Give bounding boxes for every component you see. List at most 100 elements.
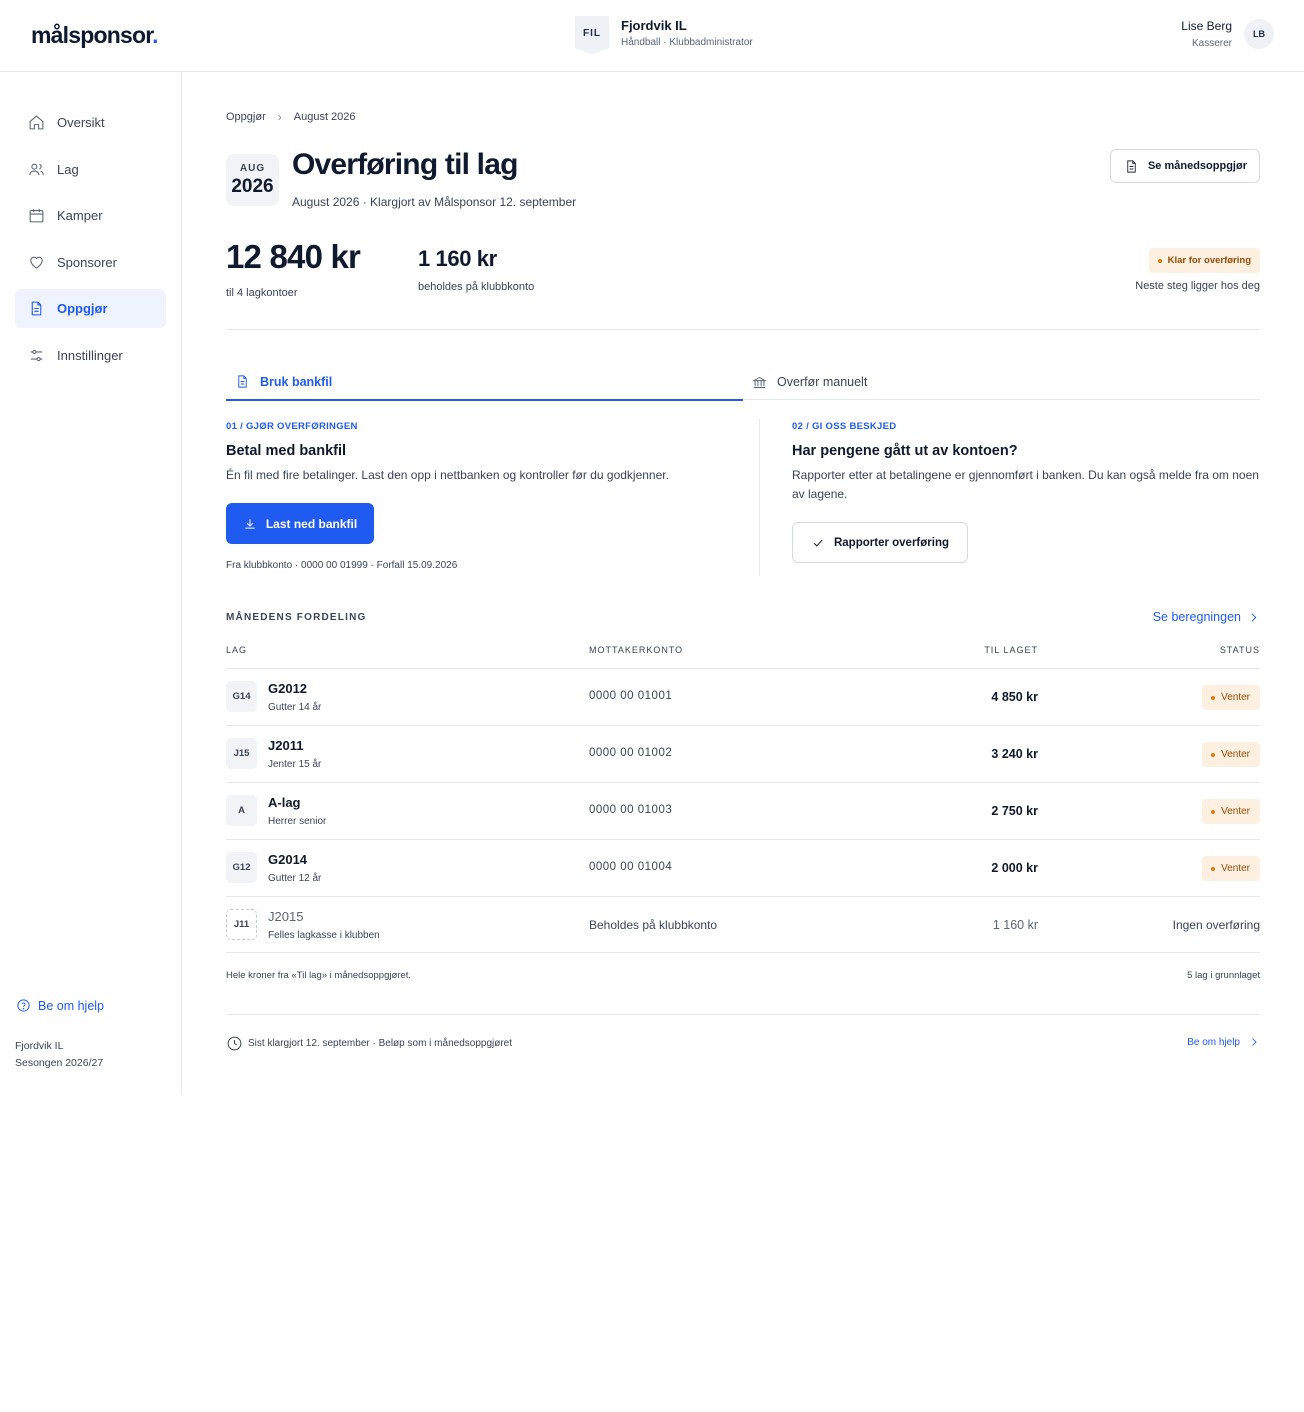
user-menu[interactable]: Lise Berg Kasserer LB (1181, 18, 1274, 49)
link-label: Se beregningen (1152, 610, 1241, 624)
period-year: 2026 (231, 176, 274, 197)
status-badge: Venter (1202, 799, 1260, 824)
team-name: G2014 (268, 852, 308, 867)
step1-description: Én fil med fire betalinger. Last den opp… (226, 468, 669, 482)
status-badge: Venter (1202, 685, 1260, 710)
recipient-account: 0000 00 01003 (589, 804, 673, 816)
tab-manuell[interactable]: Overfør manuelt (752, 364, 867, 400)
team-name: G2012 (268, 681, 308, 696)
status-badge: Venter (1202, 856, 1260, 881)
team-code: A (226, 795, 257, 826)
report-transfer-button[interactable]: Rapporter overføring (792, 522, 968, 563)
document-icon (1127, 159, 1136, 173)
table-footnote: Hele kroner fra «Til lag» i månedsoppgjø… (226, 970, 411, 981)
table-row[interactable]: G12 G2014 Gutter 12 år 0000 00 01004 2 0… (226, 839, 1260, 896)
total-amount-caption: til 4 lagkontoer (226, 287, 298, 299)
column-header-team: LAG (226, 645, 248, 655)
page-subtitle: August 2026 · Klargjort av Målsponsor 12… (292, 195, 577, 209)
avatar[interactable]: LB (1244, 18, 1274, 49)
club-switcher[interactable]: FIL Fjordvik IL Håndball · Klubbadminist… (575, 16, 753, 54)
recipient-account: Beholdes på klubbkonto (589, 918, 718, 932)
heart-icon (30, 256, 43, 269)
table-row[interactable]: J11 J2015 Felles lagkasse i klubben Beho… (226, 896, 1260, 953)
status-badge: Klar for overføring (1148, 248, 1260, 273)
see-calculation-link[interactable]: Se beregningen (1153, 610, 1260, 624)
sidebar-item-label: Sponsorer (57, 254, 117, 270)
sidebar-item-oppgjor[interactable]: Oppgjør (15, 289, 166, 328)
link-label: Be om hjelp (1187, 1036, 1240, 1048)
sidebar-item-label: Oversikt (57, 115, 105, 130)
team-name: J2015 (268, 909, 304, 924)
sidebar-item-innstillinger[interactable]: Innstillinger (15, 336, 166, 375)
tab-bankfil[interactable]: Bruk bankfil (226, 364, 743, 401)
sidebar-item-kamper[interactable]: Kamper (15, 196, 166, 235)
sidebar-item-label: Innstillinger (57, 347, 123, 363)
monthly-statement-button[interactable]: Se månedsoppgjør (1109, 149, 1260, 183)
team-description: Herrer senior (268, 816, 327, 827)
column-header-amount: TIL LAGET (984, 645, 1038, 655)
team-amount: 2 000 kr (991, 861, 1038, 875)
table-row[interactable]: A A-lag Herrer senior 0000 00 01003 2 75… (226, 782, 1260, 839)
status-text: Ingen overføring (1172, 918, 1260, 932)
user-role: Kasserer (1191, 38, 1232, 49)
users-icon (29, 163, 44, 175)
team-description: Jenter 15 år (268, 759, 322, 770)
sidebar-item-sponsorer[interactable]: Sponsorer (15, 243, 166, 282)
club-amount: 1 160 kr (418, 246, 497, 271)
period-chip: AUG 2026 (226, 154, 279, 206)
chevron-right-icon: › (277, 110, 282, 124)
button-label: Se månedsoppgjør (1147, 160, 1247, 172)
column-header-account: MOTTAKERKONTO (589, 645, 684, 655)
from-account-info: Fra klubbkonto · 0000 00 01999 · Forfall… (226, 560, 458, 571)
sidebar-help-link[interactable]: Be om hjelp (16, 998, 104, 1013)
logo[interactable]: målsponsor. (31, 22, 158, 49)
next-step-text: Neste steg ligger hos deg (1135, 280, 1260, 292)
breadcrumb-current: August 2026 (293, 111, 356, 123)
team-name: A-lag (268, 795, 301, 810)
total-amount: 12 840 kr (226, 238, 361, 275)
breadcrumb-parent[interactable]: Oppgjør (226, 111, 266, 123)
step2-label: 02 / GI OSS BESKJED (792, 421, 897, 432)
club-amount-caption: beholdes på klubbkonto (418, 281, 535, 293)
team-name: J2011 (268, 738, 304, 753)
team-code: J11 (226, 909, 257, 940)
sliders-icon (30, 349, 43, 361)
breadcrumb: Oppgjør › August 2026 (226, 110, 356, 124)
team-code: G12 (226, 852, 257, 883)
document-icon (31, 301, 42, 316)
status-badge: Venter (1202, 742, 1260, 767)
last-prepared-text: Sist klargjort 12. september · Beløp som… (248, 1038, 512, 1049)
tab-bar: Bruk bankfil Overfør manuelt (226, 364, 1260, 401)
sidebar-item-oversikt[interactable]: Oversikt (15, 103, 166, 142)
step2-title: Har pengene gått ut av kontoen? (792, 443, 1018, 459)
recipient-account: 0000 00 01002 (589, 747, 673, 759)
calendar-icon (29, 209, 44, 223)
download-bankfile-button[interactable]: Last ned bankfil (226, 503, 374, 544)
sidebar-footer: Fjordvik IL Sesongen 2026/27 (15, 1038, 103, 1072)
page-title: Overføring til lag (292, 148, 518, 181)
recipient-account: 0000 00 01001 (589, 690, 673, 702)
top-bar: målsponsor. FIL Fjordvik IL Håndball · K… (0, 0, 1304, 72)
document-icon (238, 375, 247, 388)
sidebar-item-lag[interactable]: Lag (15, 150, 166, 189)
divider (226, 1014, 1260, 1015)
team-amount: 1 160 kr (992, 918, 1038, 932)
sidebar-item-label: Oppgjør (57, 301, 108, 316)
club-badge: FIL (575, 16, 609, 54)
table-row[interactable]: G14 G2012 Gutter 14 år 0000 00 01001 4 8… (226, 668, 1260, 725)
team-description: Gutter 14 år (268, 702, 322, 713)
team-code: J15 (226, 738, 257, 769)
table-row[interactable]: J15 J2011 Jenter 15 år 0000 00 01002 3 2… (226, 725, 1260, 782)
download-icon (245, 518, 255, 529)
chevron-right-icon (1252, 1038, 1257, 1046)
clock-icon (227, 1036, 242, 1051)
sidebar: Oversikt Lag Kamper Sponsorer Oppgjør In… (0, 72, 182, 1094)
recipient-account: 0000 00 01004 (589, 861, 673, 873)
help-label: Be om hjelp (38, 998, 105, 1013)
tab-label: Overfør manuelt (777, 375, 868, 389)
help-circle-icon (17, 999, 30, 1012)
footer-help-link[interactable]: Be om hjelp (1187, 1036, 1260, 1048)
team-amount: 4 850 kr (991, 690, 1038, 704)
step1-title: Betal med bankfil (226, 443, 347, 459)
period-month: AUG (239, 163, 266, 174)
